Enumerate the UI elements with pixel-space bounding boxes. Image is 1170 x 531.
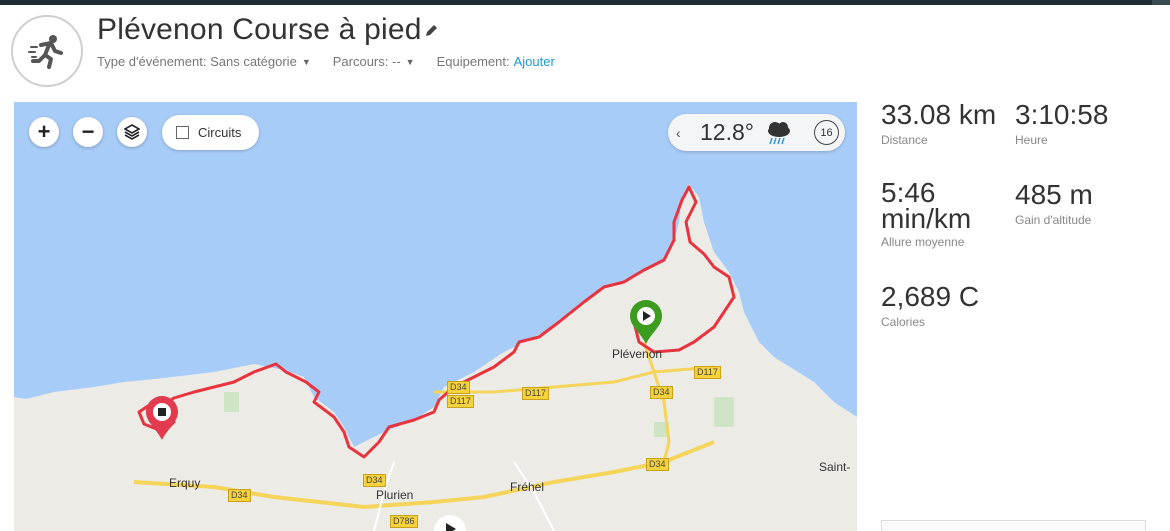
circuits-checkbox[interactable]: [176, 126, 189, 139]
map-canvas: [14, 184, 857, 531]
distance-value: 33.08 km: [881, 99, 997, 130]
chevron-left-icon[interactable]: ‹: [676, 125, 686, 141]
bottom-panel-edge: [881, 520, 1146, 531]
zoom-out-button[interactable]: −: [73, 117, 103, 147]
event-type-dropdown[interactable]: Type d'événement: Sans catégorie ▼: [97, 54, 311, 69]
circuits-toggle[interactable]: Circuits: [162, 115, 259, 150]
event-type-value: Sans catégorie: [210, 54, 297, 69]
park-patch: [224, 392, 239, 412]
place-plurien: Plurien: [376, 488, 414, 502]
page-title: Plévenon Course à pied: [97, 13, 422, 46]
stats-panel: 33.08 km Distance 3:10:58 Heure 5:46 min…: [881, 0, 1170, 531]
elevation-label: Gain d'altitude: [1015, 213, 1092, 227]
play-marker[interactable]: [432, 513, 468, 531]
road-label: D117: [694, 366, 721, 379]
elevation-value: 485 m: [1015, 179, 1093, 210]
stat-pace: 5:46 min/km Allure moyenne: [881, 179, 972, 250]
pencil-icon[interactable]: [424, 24, 438, 38]
finish-marker[interactable]: [144, 394, 180, 442]
equipment-label: Equipement:: [436, 54, 510, 69]
runner-icon: [11, 15, 83, 87]
road-label: D34: [646, 458, 669, 471]
course-dropdown[interactable]: Parcours: -- ▼: [333, 54, 415, 69]
road-label: D34: [447, 381, 470, 394]
layers-button[interactable]: [117, 117, 147, 147]
pace-label: Allure moyenne: [881, 235, 965, 249]
road-label: D34: [228, 489, 251, 502]
pace-value: 5:46 min/km: [881, 179, 972, 234]
road-label: D117: [522, 387, 549, 400]
wind-speed-badge: 16: [814, 120, 839, 145]
road-label: D117: [447, 395, 474, 408]
course-label: Parcours:: [332, 54, 389, 69]
land-area: [14, 184, 857, 531]
time-label: Heure: [1015, 133, 1048, 147]
stat-elevation: 485 m Gain d'altitude: [1015, 179, 1093, 228]
place-saint: Saint-: [819, 460, 851, 474]
rain-cloud-icon: [767, 121, 790, 144]
place-frehel: Fréhel: [510, 480, 545, 494]
equipment-row: Equipement: Ajouter: [437, 54, 555, 69]
event-type-label: Type d'événement:: [97, 54, 207, 69]
add-equipment-link[interactable]: Ajouter: [514, 54, 555, 69]
chevron-down-icon: ▼: [301, 56, 311, 67]
calories-value: 2,689 C: [881, 281, 980, 312]
place-plevenon: Plévenon: [612, 347, 663, 361]
weather-widget[interactable]: ‹ 12.8° 16: [668, 114, 845, 151]
circuits-label: Circuits: [198, 125, 242, 140]
road-label: D786: [390, 515, 418, 528]
course-value: --: [392, 54, 401, 69]
road-label: D34: [363, 474, 386, 487]
place-erquy: Erquy: [169, 476, 201, 490]
stat-calories: 2,689 C Calories: [881, 281, 980, 330]
calories-label: Calories: [881, 315, 926, 329]
start-marker[interactable]: [628, 298, 664, 346]
road-label: D34: [650, 386, 673, 399]
layers-icon: [124, 124, 140, 140]
park-patch: [714, 397, 734, 427]
pace-unit: min/km: [881, 203, 972, 234]
distance-label: Distance: [881, 133, 928, 147]
time-value: 3:10:58: [1015, 99, 1109, 130]
route-map[interactable]: + − Circuits ‹ 12.8° 16 Plévenon Erquy P…: [14, 102, 857, 531]
chevron-down-icon: ▼: [405, 56, 415, 67]
activity-meta: Type d'événement: Sans catégorie ▼ Parcou…: [97, 54, 577, 69]
stat-time: 3:10:58 Heure: [1015, 99, 1109, 148]
stat-distance: 33.08 km Distance: [881, 99, 997, 148]
zoom-in-button[interactable]: +: [29, 117, 59, 147]
temperature-value: 12.8°: [700, 119, 754, 145]
